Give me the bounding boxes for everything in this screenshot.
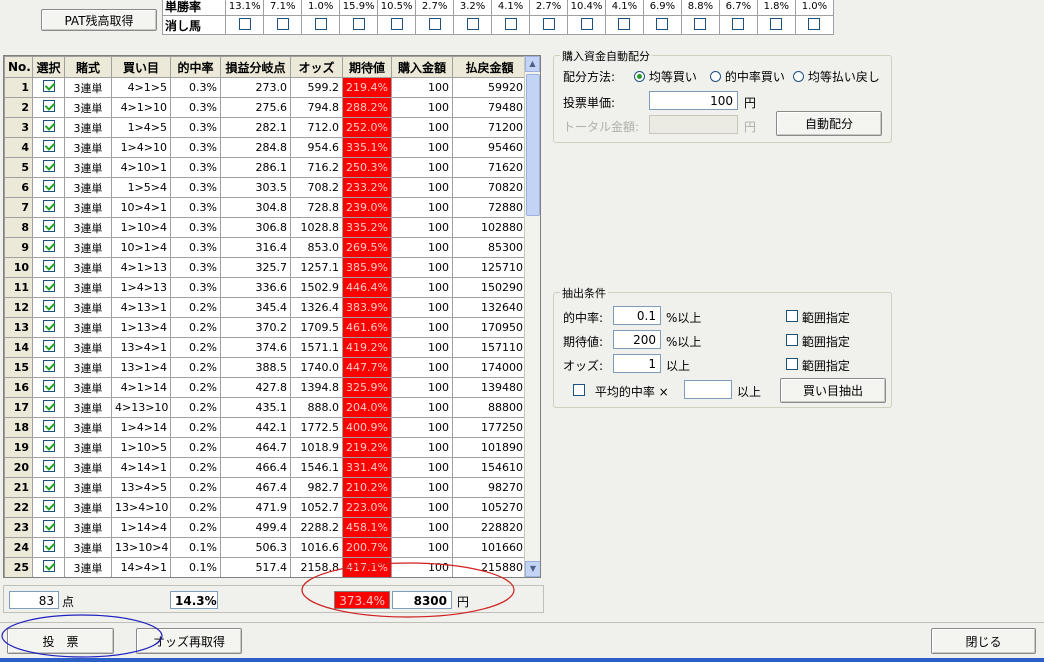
annotation-blue-ellipse (1, 614, 163, 658)
annotation-layer (1, 562, 515, 658)
annotation-red-ellipse (301, 562, 515, 618)
